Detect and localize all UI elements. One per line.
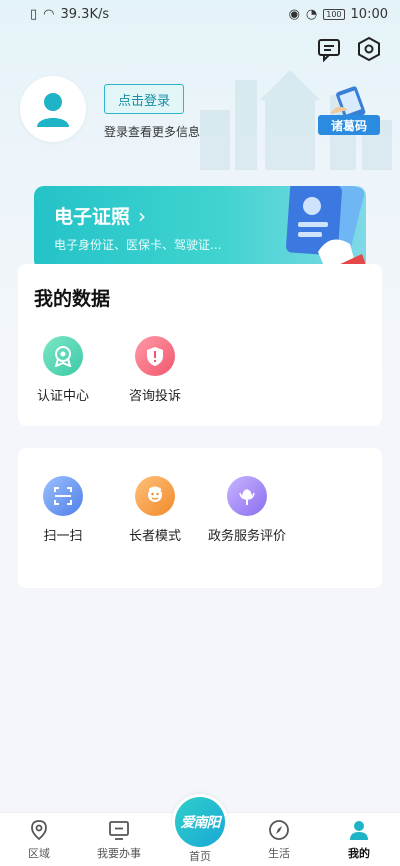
nav-item-home[interactable]: 爱南阳 — [172, 794, 228, 850]
my-data-panel: 我的数据 认证中心 咨询投诉 — [18, 264, 382, 426]
grid-label: 长者模式 — [128, 529, 181, 544]
scan-icon — [43, 476, 83, 516]
nav-item-life[interactable]: 生活 — [244, 819, 314, 861]
nav-label: 我的 — [348, 847, 370, 860]
login-button[interactable]: 点击登录 — [104, 84, 184, 114]
clock-time: 10:00 — [350, 6, 388, 22]
monitor-icon — [109, 821, 129, 840]
grid-item-elder-mode[interactable]: 长者模式 — [110, 476, 200, 546]
shield-alert-icon — [135, 336, 175, 376]
services-panel: 扫一扫 长者模式 政务服务评价 — [18, 448, 382, 588]
nav-item-affairs[interactable]: 我要办事 — [84, 819, 154, 861]
login-hint: 登录查看更多信息 — [104, 125, 201, 139]
user-icon — [350, 821, 368, 840]
my-data-title: 我的数据 — [34, 288, 111, 310]
status-bar: ▯ ◠ 39.3K/s ◉ ◔ 100 10:00 — [0, 0, 400, 28]
chevron-right-icon: › — [138, 203, 147, 228]
grid-item-service-rating[interactable]: 政务服务评价 — [202, 476, 292, 546]
nav-item-mine[interactable]: 我的 — [324, 819, 394, 861]
grid-item-auth-center[interactable]: 认证中心 — [18, 336, 108, 406]
elder-icon — [135, 476, 175, 516]
grid-label: 扫一扫 — [43, 529, 83, 544]
grid-label: 咨询投诉 — [128, 389, 181, 404]
cert-title-text: 电子证照 — [54, 206, 131, 228]
badge-icon — [43, 336, 83, 376]
grid-item-scan[interactable]: 扫一扫 — [18, 476, 108, 546]
compass-icon — [269, 820, 289, 840]
nav-label: 生活 — [268, 847, 290, 860]
eye-icon: ◉ — [288, 6, 300, 22]
nav-label: 我要办事 — [97, 847, 141, 860]
grid-label: 政务服务评价 — [207, 529, 286, 544]
network-speed: 39.3K/s — [60, 6, 110, 22]
e-certificate-card[interactable]: 电子证照 › 电子身份证、医保卡、驾驶证... — [34, 186, 366, 270]
speedometer-icon: ◔ — [305, 6, 318, 22]
settings-icon[interactable] — [356, 36, 382, 62]
location-icon — [31, 820, 47, 841]
id-cards-illustration — [286, 186, 366, 270]
cert-subtitle: 电子身份证、医保卡、驾驶证... — [54, 238, 222, 252]
zhuge-code-button[interactable]: 诸葛码 — [318, 115, 380, 135]
user-avatar-icon — [37, 93, 69, 127]
home-logo: 爱南阳 — [175, 797, 225, 847]
grid-item-consult-complaint[interactable]: 咨询投诉 — [110, 336, 200, 406]
grid-label: 认证中心 — [36, 389, 89, 404]
cert-title: 电子证照 › — [54, 202, 146, 229]
nav-label-home: 首页 — [189, 850, 211, 863]
battery-indicator: 100 — [323, 8, 345, 20]
avatar[interactable] — [20, 76, 86, 142]
sim-icon: ▯ — [30, 6, 38, 22]
nav-label: 区域 — [28, 847, 50, 860]
wifi-icon: ◠ — [43, 6, 55, 22]
message-icon[interactable] — [316, 36, 342, 62]
nav-item-region[interactable]: 区域 — [4, 819, 74, 861]
flower-icon — [227, 476, 267, 516]
